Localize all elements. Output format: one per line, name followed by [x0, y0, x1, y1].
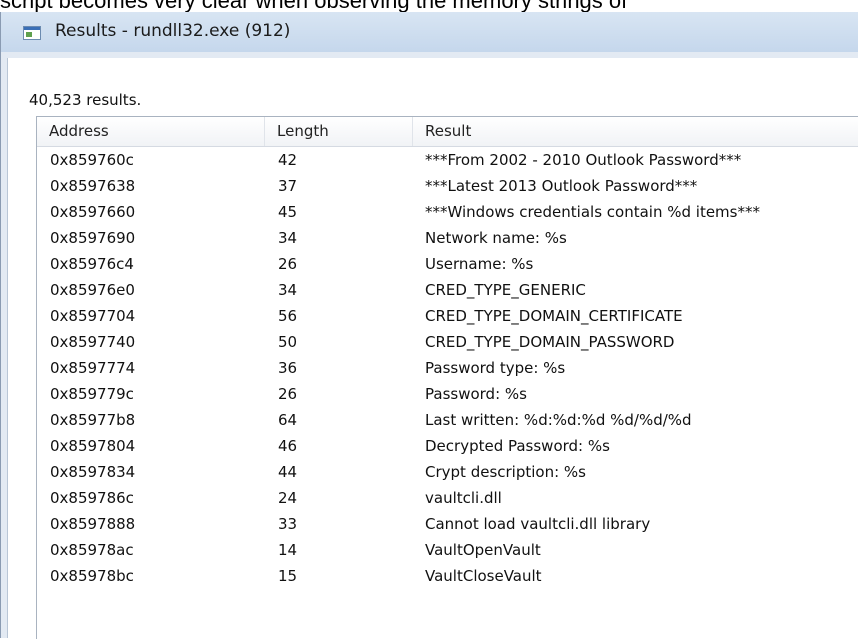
column-header-result[interactable]: Result — [413, 117, 858, 146]
cell-length: 34 — [278, 229, 298, 247]
cell-result: Decrypted Password: %s — [425, 437, 610, 455]
cell-length: 45 — [278, 203, 298, 221]
cell-length: 15 — [278, 567, 298, 585]
table-row[interactable]: 0x85978ac 14 VaultOpenVault — [37, 537, 858, 563]
cell-result: ***Windows credentials contain %d items*… — [425, 203, 760, 221]
table-row[interactable]: 0x8597804 46 Decrypted Password: %s — [37, 433, 858, 459]
results-rows: 0x859760c 42 ***From 2002 - 2010 Outlook P… — [37, 147, 858, 589]
cell-length: 37 — [278, 177, 298, 195]
cell-address: 0x859760c — [50, 151, 134, 169]
table-row[interactable]: 0x8597690 34 Network name: %s — [37, 225, 858, 251]
cell-length: 26 — [278, 385, 298, 403]
cell-result: ***From 2002 - 2010 Outlook Password*** — [425, 151, 742, 169]
window-title: Results - rundll32.exe (912) — [55, 21, 291, 41]
table-row[interactable]: 0x85976c4 26 Username: %s — [37, 251, 858, 277]
cell-address: 0x85977b8 — [50, 411, 136, 429]
app-window-icon — [23, 26, 41, 40]
cell-result: Network name: %s — [425, 229, 567, 247]
cell-length: 24 — [278, 489, 298, 507]
cell-address: 0x8597740 — [50, 333, 136, 351]
cell-length: 64 — [278, 411, 298, 429]
cell-result: Last written: %d:%d:%d %d/%d/%d — [425, 411, 692, 429]
cell-length: 46 — [278, 437, 298, 455]
cell-length: 14 — [278, 541, 298, 559]
table-row[interactable]: 0x8597704 56 CRED_TYPE_DOMAIN_CERTIFICATE — [37, 303, 858, 329]
table-row[interactable]: 0x85977b8 64 Last written: %d:%d:%d %d/%d/… — [37, 407, 858, 433]
cell-address: 0x859779c — [50, 385, 134, 403]
list-header: Address Length Result — [37, 117, 858, 147]
cell-address: 0x85978bc — [50, 567, 134, 585]
table-row[interactable]: 0x8597774 36 Password type: %s — [37, 355, 858, 381]
column-header-length[interactable]: Length — [265, 117, 413, 146]
table-row[interactable]: 0x8597888 33 Cannot load vaultcli.dll libr… — [37, 511, 858, 537]
cell-result: vaultcli.dll — [425, 489, 502, 507]
cell-result: CRED_TYPE_DOMAIN_CERTIFICATE — [425, 307, 683, 325]
cell-result: VaultOpenVault — [425, 541, 541, 559]
results-list[interactable]: Address Length Result 0x859760c 42 ***From… — [36, 116, 858, 639]
cell-length: 26 — [278, 255, 298, 273]
cell-result: Crypt description: %s — [425, 463, 586, 481]
cell-length: 33 — [278, 515, 298, 533]
cell-address: 0x85976e0 — [50, 281, 135, 299]
cell-length: 42 — [278, 151, 298, 169]
cell-address: 0x85978ac — [50, 541, 134, 559]
cell-result: ***Latest 2013 Outlook Password*** — [425, 177, 698, 195]
results-count: 40,523 results. — [29, 91, 142, 109]
table-row[interactable]: 0x8597638 37 ***Latest 2013 Outlook Passwo… — [37, 173, 858, 199]
cell-address: 0x859786c — [50, 489, 134, 507]
cell-result: Password: %s — [425, 385, 527, 403]
cell-length: 34 — [278, 281, 298, 299]
background-article-line: script becomes very clear when observing… — [0, 0, 627, 12]
table-row[interactable]: 0x859786c 24 vaultcli.dll — [37, 485, 858, 511]
background-article-text: script becomes very clear when observing… — [0, 0, 858, 12]
cell-address: 0x85976c4 — [50, 255, 134, 273]
results-panel: 40,523 results. Address Length Result 0x… — [7, 58, 858, 639]
table-row[interactable]: 0x8597740 50 CRED_TYPE_DOMAIN_PASSWORD — [37, 329, 858, 355]
cell-address: 0x8597638 — [50, 177, 136, 195]
cell-address: 0x8597804 — [50, 437, 136, 455]
table-row[interactable]: 0x859760c 42 ***From 2002 - 2010 Outlook P… — [37, 147, 858, 173]
cell-address: 0x8597704 — [50, 307, 136, 325]
cell-address: 0x8597834 — [50, 463, 136, 481]
cell-result: CRED_TYPE_GENERIC — [425, 281, 586, 299]
table-row[interactable]: 0x8597834 44 Crypt description: %s — [37, 459, 858, 485]
cell-address: 0x8597888 — [50, 515, 136, 533]
results-window: Results - rundll32.exe (912) 40,523 resu… — [0, 12, 858, 639]
cell-length: 56 — [278, 307, 298, 325]
cell-result: VaultCloseVault — [425, 567, 542, 585]
cell-length: 44 — [278, 463, 298, 481]
cell-result: Username: %s — [425, 255, 534, 273]
cell-address: 0x8597774 — [50, 359, 136, 377]
cell-result: Cannot load vaultcli.dll library — [425, 515, 651, 533]
column-header-address[interactable]: Address — [37, 117, 265, 146]
cell-length: 36 — [278, 359, 298, 377]
cell-length: 50 — [278, 333, 298, 351]
cell-address: 0x8597690 — [50, 229, 136, 247]
cell-address: 0x8597660 — [50, 203, 136, 221]
table-row[interactable]: 0x8597660 45 ***Windows credentials contai… — [37, 199, 858, 225]
table-row[interactable]: 0x85978bc 15 VaultCloseVault — [37, 563, 858, 589]
table-row[interactable]: 0x859779c 26 Password: %s — [37, 381, 858, 407]
table-row[interactable]: 0x85976e0 34 CRED_TYPE_GENERIC — [37, 277, 858, 303]
cell-result: CRED_TYPE_DOMAIN_PASSWORD — [425, 333, 675, 351]
cell-result: Password type: %s — [425, 359, 566, 377]
title-bar[interactable]: Results - rundll32.exe (912) — [1, 12, 858, 52]
